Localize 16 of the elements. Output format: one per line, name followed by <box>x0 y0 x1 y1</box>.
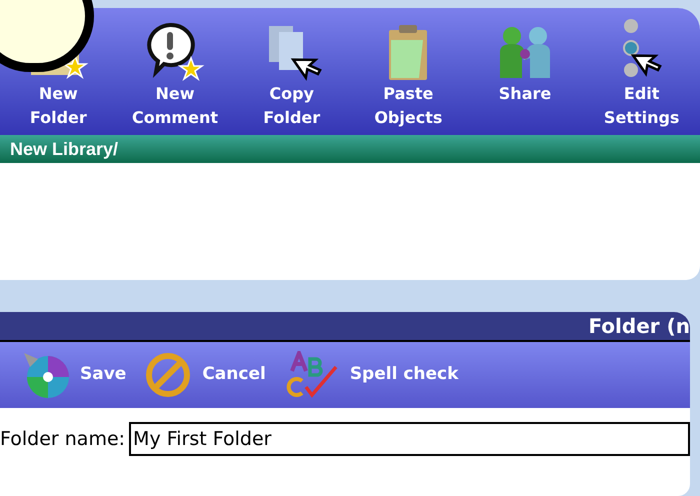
dialog-title: Folder (n <box>588 313 690 340</box>
folder-name-field[interactable]: My First Folder <box>129 422 690 456</box>
folder-name-label: Folder name: <box>0 426 126 452</box>
comment-icon <box>144 22 206 82</box>
toolbar-button[interactable]: Spell check <box>284 351 458 399</box>
cancel-icon <box>144 351 192 399</box>
spell-check-icon <box>284 351 340 399</box>
toolbar-button[interactable]: Save <box>22 351 126 399</box>
path-text[interactable]: New Library/ <box>10 136 118 162</box>
toolbar-button[interactable]: Cancel <box>144 351 266 399</box>
disc-icon <box>22 351 70 399</box>
toolbar-button[interactable]: Share <box>466 8 584 135</box>
toolbar-button[interactable]: Copy Folder <box>233 8 350 135</box>
toolbar-button[interactable]: Paste Objects <box>350 8 467 135</box>
toolbar-button[interactable]: Edit Settings <box>583 8 700 135</box>
toolbar-button[interactable]: New Comment <box>116 8 234 135</box>
